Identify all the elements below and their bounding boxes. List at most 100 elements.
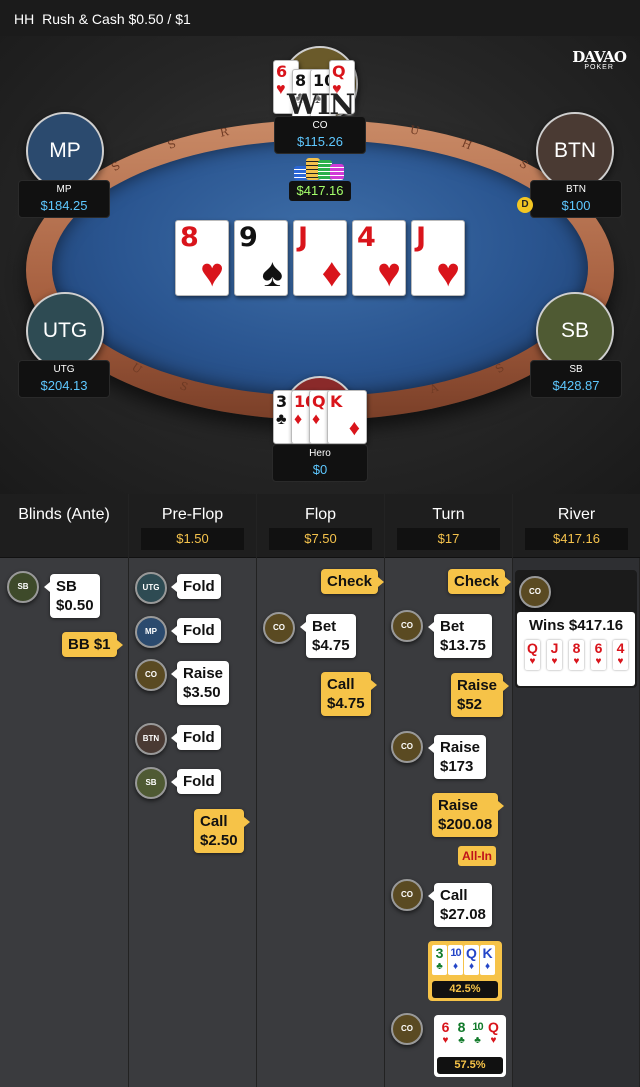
seat-name: UTG bbox=[53, 364, 75, 375]
action-bubble: Bet $4.75 bbox=[300, 614, 356, 658]
board-card: 9 ♠ bbox=[234, 220, 288, 296]
seat-utg-label: UTG bbox=[42, 319, 88, 342]
seat-name: SB bbox=[569, 364, 583, 375]
mini-card: 3 ♣ bbox=[432, 945, 447, 975]
player-avatar-btn[interactable]: BTN bbox=[135, 723, 167, 755]
player-avatar-utg[interactable]: UTG bbox=[135, 572, 167, 604]
poker-table-scene: DAVAO POKER S S R U H S U S A S 6 ♥ 8 ♣ 10… bbox=[0, 36, 640, 494]
board-card: J ♦ bbox=[293, 220, 347, 296]
column-pot: $1.50 bbox=[141, 528, 244, 550]
mini-card: 4 ♥ bbox=[613, 640, 628, 670]
seat-stack: $0 bbox=[312, 462, 328, 477]
column-pot: $17 bbox=[397, 528, 500, 550]
column-header-preflop: Pre-Flop $1.50 bbox=[129, 494, 256, 558]
seat-mp-label: MP bbox=[49, 139, 81, 162]
hero-equity: 42.5% bbox=[432, 981, 498, 998]
pot-amount: $417.16 bbox=[289, 181, 351, 201]
seat-name: BTN bbox=[566, 184, 586, 195]
action-bubble: Fold bbox=[171, 725, 221, 750]
seat-sb-label: SB bbox=[560, 319, 589, 342]
winner-card: Wins $417.16 Q ♥ J ♥ 8 ♥ 6 ♥ 4 ♥ bbox=[517, 612, 635, 686]
seat-btn-avatar[interactable]: BTN bbox=[536, 112, 614, 190]
action-bubble: Call $27.08 bbox=[428, 883, 492, 927]
seat-stack: $100 bbox=[561, 198, 591, 213]
column-title: Turn bbox=[432, 506, 465, 523]
mini-card: 8 ♥ bbox=[569, 640, 584, 670]
action-bubble-hero: Call $4.75 bbox=[321, 672, 377, 716]
header-bar: HH Rush & Cash $0.50 / $1 bbox=[0, 0, 640, 36]
seat-hero-plate[interactable]: Hero $0 bbox=[272, 444, 368, 482]
action-bubble: Fold bbox=[171, 769, 221, 794]
seat-name: MP bbox=[56, 184, 72, 195]
seat-name: CO bbox=[312, 120, 328, 131]
player-avatar-co[interactable]: CO bbox=[391, 610, 423, 642]
seat-name: Hero bbox=[309, 448, 331, 459]
seat-stack: $184.25 bbox=[40, 198, 88, 213]
seat-stack: $428.87 bbox=[552, 378, 600, 393]
co-equity: 57.5% bbox=[437, 1057, 503, 1074]
column-header-flop: Flop $7.50 bbox=[257, 494, 384, 558]
action-bubble: SB $0.50 bbox=[44, 574, 100, 618]
hand-history-screen: HH Rush & Cash $0.50 / $1 DAVAO POKER S … bbox=[0, 0, 640, 1087]
action-bubble-hero: Call $2.50 bbox=[194, 809, 250, 853]
winner-panel: CO Wins $417.16 Q ♥ J ♥ 8 ♥ 6 ♥ 4 ♥ bbox=[515, 570, 637, 688]
mini-card: 6 ♥ bbox=[591, 640, 606, 670]
mini-card: 10 ♣ bbox=[470, 1019, 485, 1049]
column-header-turn: Turn $17 bbox=[385, 494, 512, 558]
column-header-blinds: Blinds (Ante) bbox=[0, 494, 128, 558]
brand-logo: DAVAO POKER bbox=[572, 48, 627, 71]
mini-card: 6 ♥ bbox=[438, 1019, 453, 1049]
column-title: Blinds (Ante) bbox=[18, 506, 110, 523]
player-avatar-co[interactable]: CO bbox=[391, 731, 423, 763]
mini-card: Q ♥ bbox=[486, 1019, 501, 1049]
mini-card: K ♦ bbox=[480, 945, 495, 975]
player-avatar-co[interactable]: CO bbox=[135, 659, 167, 691]
player-avatar-mp[interactable]: MP bbox=[135, 616, 167, 648]
action-bubble: Fold bbox=[171, 618, 221, 643]
action-bubble: Bet $13.75 bbox=[428, 614, 492, 658]
all-in-badge: All-In bbox=[458, 846, 496, 866]
player-avatar-sb[interactable]: SB bbox=[135, 767, 167, 799]
action-bubble-hero: Raise $52 bbox=[451, 673, 510, 717]
player-avatar-co[interactable]: CO bbox=[391, 1013, 423, 1045]
action-bubble-hero: Raise $200.08 bbox=[432, 793, 505, 837]
mini-card: 8 ♣ bbox=[454, 1019, 469, 1049]
hero-card: K ♦ bbox=[327, 390, 367, 444]
seat-btn-plate[interactable]: BTN $100 bbox=[530, 180, 622, 218]
player-avatar-co[interactable]: CO bbox=[391, 879, 423, 911]
seat-sb-avatar[interactable]: SB bbox=[536, 292, 614, 370]
mini-card: J ♥ bbox=[547, 640, 562, 670]
action-bubble: Raise $3.50 bbox=[170, 661, 230, 705]
board-card: 8 ♥ bbox=[175, 220, 229, 296]
seat-btn-label: BTN bbox=[554, 139, 596, 162]
game-title: Rush & Cash $0.50 / $1 bbox=[42, 11, 191, 27]
dealer-button-icon: D bbox=[517, 197, 533, 213]
seat-utg-plate[interactable]: UTG $204.13 bbox=[18, 360, 110, 398]
seat-sb-plate[interactable]: SB $428.87 bbox=[530, 360, 622, 398]
seat-mp-avatar[interactable]: MP bbox=[26, 112, 104, 190]
win-amount: Wins $417.16 bbox=[529, 617, 624, 634]
mini-card: 10 ♦ bbox=[448, 945, 463, 975]
player-avatar-co[interactable]: CO bbox=[263, 612, 295, 644]
player-avatar-co[interactable]: CO bbox=[519, 576, 551, 608]
column-title: Flop bbox=[304, 506, 337, 523]
column-pot: $417.16 bbox=[525, 528, 628, 550]
action-bubble-hero: Check bbox=[321, 569, 385, 594]
seat-co-plate[interactable]: CO $115.26 bbox=[274, 116, 366, 154]
action-bubble-hero: BB $1 bbox=[62, 632, 123, 657]
hand-type-label: HH bbox=[14, 11, 35, 27]
seat-utg-avatar[interactable]: UTG bbox=[26, 292, 104, 370]
action-bubble: Raise $173 bbox=[427, 735, 487, 779]
action-bubble-hero: Check bbox=[448, 569, 512, 594]
column-pot: $7.50 bbox=[269, 528, 372, 550]
board-card: J ♥ bbox=[411, 220, 465, 296]
pot-chips-icon bbox=[292, 156, 348, 182]
column-title: River bbox=[557, 506, 596, 523]
seat-stack: $204.13 bbox=[40, 378, 88, 393]
seat-mp-plate[interactable]: MP $184.25 bbox=[18, 180, 110, 218]
mini-card: Q ♦ bbox=[464, 945, 479, 975]
column-header-river: River $417.16 bbox=[513, 494, 640, 558]
board-card: 4 ♥ bbox=[352, 220, 406, 296]
column-title: Pre-Flop bbox=[161, 506, 224, 523]
player-avatar-sb[interactable]: SB bbox=[7, 571, 39, 603]
